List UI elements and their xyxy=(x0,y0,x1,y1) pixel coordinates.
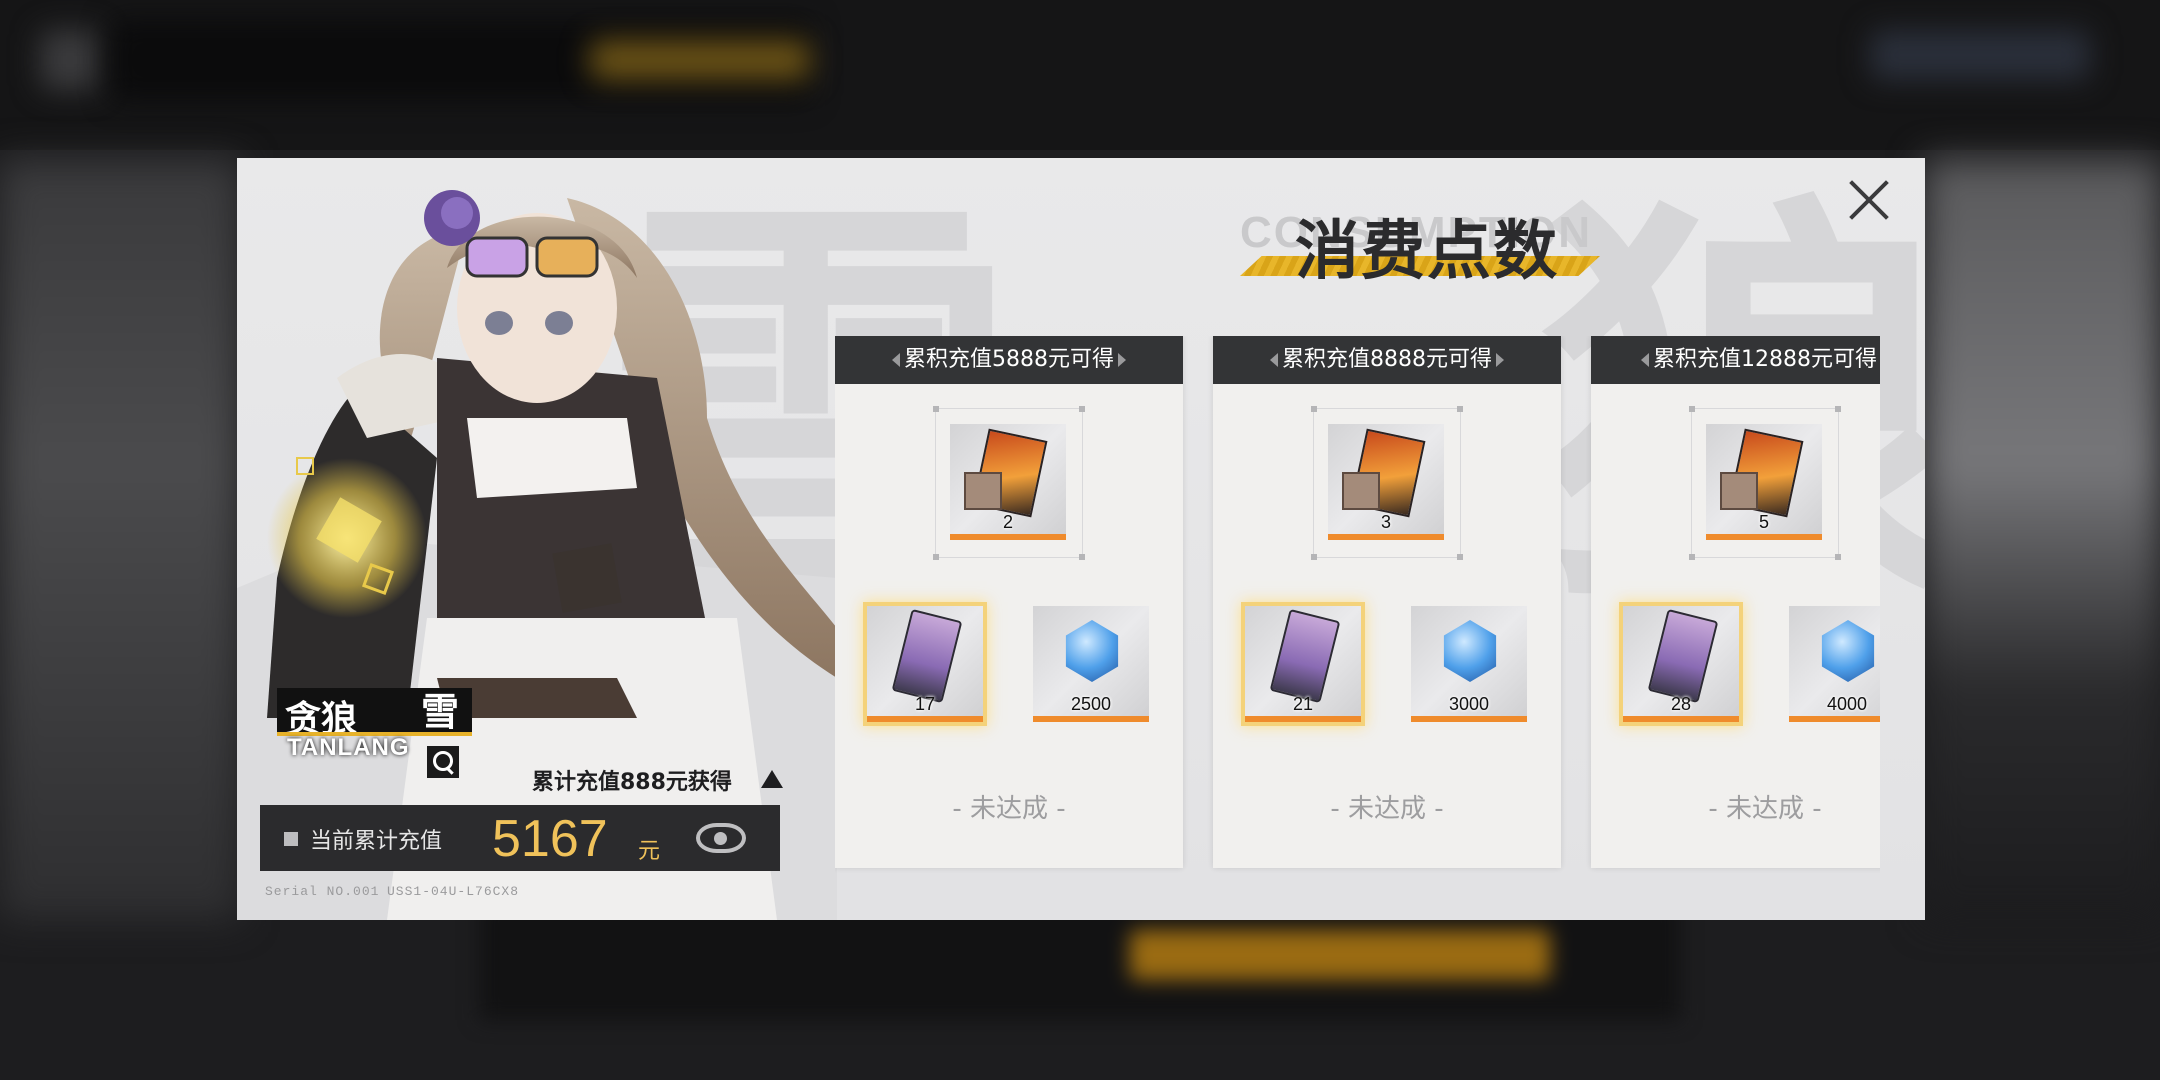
page-title: 消费点数 xyxy=(1295,215,1559,289)
blue-crystal-icon xyxy=(1821,620,1875,682)
reward-item[interactable]: 3 xyxy=(1328,424,1444,540)
reward-card: 累积充值8888元可得 3 21 3000 - 未达成 - xyxy=(1213,336,1561,868)
reward-item[interactable]: 2 xyxy=(950,424,1066,540)
bonus-reward-text[interactable]: 累计充值888元获得 xyxy=(532,764,732,796)
reward-item[interactable]: 28 xyxy=(1623,606,1739,722)
item-quantity: 17 xyxy=(914,694,936,714)
recruit-ticket-icon xyxy=(1647,608,1719,704)
serial-code: USS1-04U-L76CX8 xyxy=(387,884,520,899)
reward-item[interactable]: 2500 xyxy=(1033,606,1149,722)
current-recharge-label: 当前累计充值 xyxy=(310,829,443,854)
reward-item[interactable]: 21 xyxy=(1245,606,1361,722)
serial-number: Serial NO.001 xyxy=(265,884,380,899)
current-recharge-panel: 当前累计充值 5167 元 xyxy=(260,805,780,871)
item-quantity: 3000 xyxy=(1448,694,1490,714)
recharge-modal: 雪 狼 xyxy=(237,158,1925,920)
card-header: 累积充值5888元可得 xyxy=(835,336,1183,384)
blue-crystal-icon xyxy=(1065,620,1119,682)
square-bullet-icon xyxy=(284,832,298,846)
character-name-en: TANLANG xyxy=(287,734,410,761)
reward-item[interactable]: 5 xyxy=(1706,424,1822,540)
card-status: - 未达成 - xyxy=(952,794,1066,824)
item-quantity: 2500 xyxy=(1070,694,1112,714)
search-icon[interactable] xyxy=(427,746,459,778)
card-header-label: 累积充值12888元可得 xyxy=(1653,347,1877,372)
close-button[interactable] xyxy=(1841,172,1897,228)
reward-card: 累积充值5888元可得 2 17 2500 - 未达成 - xyxy=(835,336,1183,868)
title-block: CONSUMPTION 消费点数 xyxy=(1240,200,1600,289)
item-quantity: 4000 xyxy=(1826,694,1868,714)
triangle-up-icon[interactable] xyxy=(761,770,783,788)
card-header-label: 累积充值5888元可得 xyxy=(904,347,1114,372)
item-quantity: 3 xyxy=(1380,512,1391,532)
item-quantity: 5 xyxy=(1758,512,1769,532)
background-top-bar xyxy=(0,0,2160,150)
item-quantity: 2 xyxy=(1002,512,1013,532)
recruit-ticket-icon xyxy=(1269,608,1341,704)
background-left xyxy=(0,160,240,920)
reward-card: 累积充值12888元可得 5 28 4000 - 未达成 - xyxy=(1591,336,1880,868)
eye-icon[interactable] xyxy=(696,823,746,853)
current-recharge-unit: 元 xyxy=(638,839,661,864)
card-header: 累积充值8888元可得 xyxy=(1213,336,1561,384)
reward-item[interactable]: 3000 xyxy=(1411,606,1527,722)
card-header-label: 累积充值8888元可得 xyxy=(1282,347,1492,372)
card-header: 累积充值12888元可得 xyxy=(1591,336,1880,384)
reward-item[interactable]: 17 xyxy=(867,606,983,722)
item-quantity: 21 xyxy=(1292,694,1314,714)
recruit-ticket-icon xyxy=(891,608,963,704)
current-recharge-value: 5167 xyxy=(492,810,608,868)
item-quantity: 28 xyxy=(1670,694,1692,714)
card-status: - 未达成 - xyxy=(1708,794,1822,824)
card-status: - 未达成 - xyxy=(1330,794,1444,824)
blue-crystal-icon xyxy=(1443,620,1497,682)
background-right xyxy=(1925,160,2160,920)
reward-item[interactable]: 4000 xyxy=(1789,606,1880,722)
reward-cards-scroll[interactable]: 累积充值5888元可得 2 17 2500 - 未达成 - 累积充值8888元可… xyxy=(835,336,1880,896)
character-emblem: 雪 xyxy=(420,690,459,734)
